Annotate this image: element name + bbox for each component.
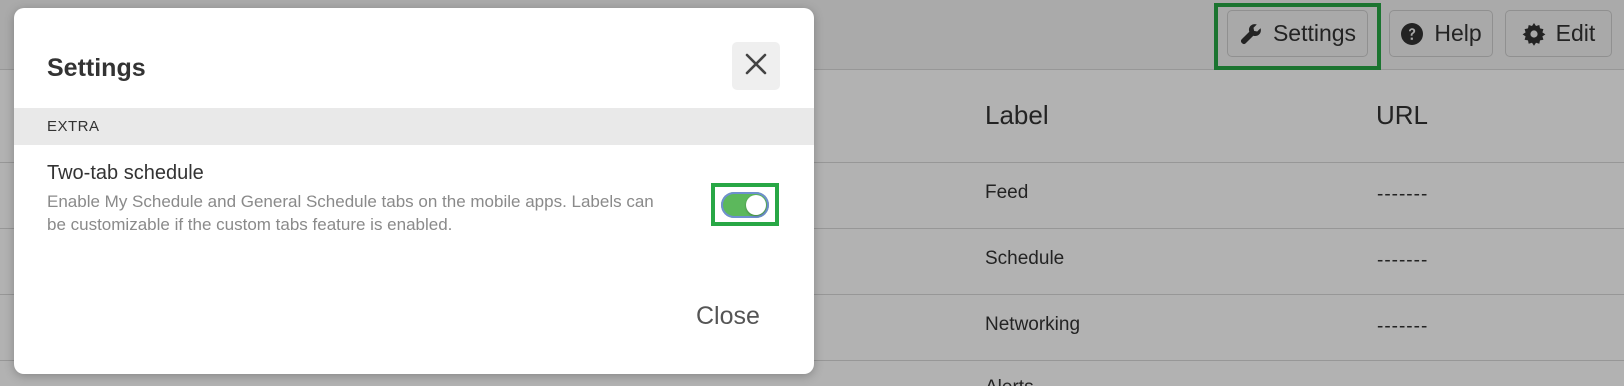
section-label: EXTRA	[47, 118, 100, 135]
setting-name: Two-tab schedule	[47, 162, 204, 184]
close-button[interactable]: Close	[696, 302, 760, 331]
two-tab-schedule-toggle[interactable]	[711, 183, 779, 226]
modal-title: Settings	[47, 54, 146, 82]
setting-description: Enable My Schedule and General Schedule …	[47, 192, 654, 234]
close-icon	[744, 52, 768, 81]
modal-close-x-button[interactable]	[732, 42, 780, 90]
section-header	[14, 108, 814, 145]
toggle-knob	[746, 195, 766, 215]
toggle-track	[721, 192, 769, 218]
settings-modal: Settings EXTRA Two-tab schedule Enable M…	[14, 8, 814, 374]
